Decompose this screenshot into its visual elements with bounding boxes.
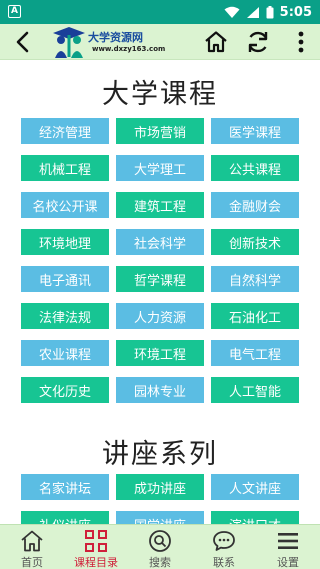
category-button[interactable]: 公共课程 bbox=[211, 155, 299, 181]
category-button[interactable]: 建筑工程 bbox=[116, 192, 204, 218]
category-button[interactable]: 园林专业 bbox=[116, 377, 204, 403]
category-button[interactable]: 经济管理 bbox=[21, 118, 109, 144]
category-button[interactable]: 人工智能 bbox=[211, 377, 299, 403]
nav-search[interactable]: 搜索 bbox=[128, 525, 192, 569]
category-button[interactable]: 名校公开课 bbox=[21, 192, 109, 218]
category-button[interactable]: 成功讲座 bbox=[116, 474, 204, 500]
course-grid: 经济管理 市场营销 医学课程机械工程 大学理工 公共课程名校公开课 建筑工程 金融财会环境地… bbox=[21, 118, 299, 403]
more-icon[interactable] bbox=[292, 29, 310, 55]
lecture-grid: 名家讲坛成功讲座人文讲座礼仪讲座国学讲座演讲口才 bbox=[21, 474, 299, 524]
category-button[interactable]: 人力资源 bbox=[116, 303, 204, 329]
logo-title: 大学资源网 bbox=[88, 31, 143, 44]
nav-home[interactable]: 首页 bbox=[0, 525, 64, 569]
category-button[interactable]: 法律法规 bbox=[21, 303, 109, 329]
category-button[interactable]: 环境地理 bbox=[21, 229, 109, 255]
bottom-nav: 首页 课程目录 搜索 联系 设置 bbox=[0, 524, 320, 569]
nav-label: 设置 bbox=[277, 556, 299, 569]
nav-label: 搜索 bbox=[149, 556, 171, 569]
refresh-icon[interactable] bbox=[245, 29, 271, 55]
signal-icon bbox=[246, 6, 259, 18]
category-button[interactable]: 创新技术 bbox=[211, 229, 299, 255]
category-button[interactable]: 社会科学 bbox=[116, 229, 204, 255]
category-button[interactable]: 人文讲座 bbox=[211, 474, 299, 500]
home-icon bbox=[21, 530, 43, 552]
nav-label: 课程目录 bbox=[74, 556, 118, 569]
category-button[interactable]: 机械工程 bbox=[21, 155, 109, 181]
category-button[interactable]: 名家讲坛 bbox=[21, 474, 109, 500]
category-button[interactable]: 大学理工 bbox=[116, 155, 204, 181]
logo-url: www.dxzy163.com bbox=[92, 45, 166, 53]
category-button[interactable]: 文化历史 bbox=[21, 377, 109, 403]
nav-contact[interactable]: 联系 bbox=[192, 525, 256, 569]
category-button[interactable]: 哲学课程 bbox=[116, 266, 204, 292]
category-button[interactable]: 金融财会 bbox=[211, 192, 299, 218]
course-catalog[interactable]: 大学课程 经济管理 市场营销 医学课程机械工程 大学理工 公共课程名校公开课 建筑工程 金融… bbox=[0, 60, 320, 524]
category-button[interactable]: 演讲口才 bbox=[211, 511, 299, 524]
category-button[interactable]: 自然科学 bbox=[211, 266, 299, 292]
nav-course-catalog[interactable]: 课程目录 bbox=[64, 525, 128, 569]
nav-label: 联系 bbox=[213, 556, 235, 569]
chat-icon bbox=[213, 531, 235, 551]
status-bar: A 5:05 bbox=[0, 0, 320, 24]
site-logo[interactable]: 大学资源网 www.dxzy163.com bbox=[52, 24, 172, 60]
nav-label: 首页 bbox=[21, 556, 43, 569]
category-button[interactable]: 礼仪讲座 bbox=[21, 511, 109, 524]
app-bar: 大学资源网 www.dxzy163.com bbox=[0, 24, 320, 60]
logo-graduates-icon bbox=[53, 27, 85, 58]
category-button[interactable]: 电气工程 bbox=[211, 340, 299, 366]
nav-settings[interactable]: 设置 bbox=[256, 525, 320, 569]
category-button[interactable]: 电子通讯 bbox=[21, 266, 109, 292]
search-icon bbox=[149, 530, 171, 552]
back-icon[interactable] bbox=[10, 30, 36, 54]
grid-icon bbox=[85, 530, 107, 552]
section-title-courses: 大学课程 bbox=[102, 79, 218, 110]
home-icon[interactable] bbox=[203, 30, 229, 54]
section-title-lectures: 讲座系列 bbox=[102, 439, 218, 470]
category-button[interactable]: 医学课程 bbox=[211, 118, 299, 144]
category-button[interactable]: 农业课程 bbox=[21, 340, 109, 366]
wifi-icon bbox=[224, 6, 240, 18]
category-button[interactable]: 国学讲座 bbox=[116, 511, 204, 524]
notification-icon: A bbox=[8, 5, 21, 18]
menu-icon bbox=[278, 533, 298, 549]
category-button[interactable]: 环境工程 bbox=[116, 340, 204, 366]
category-button[interactable]: 石油化工 bbox=[211, 303, 299, 329]
category-button[interactable]: 市场营销 bbox=[116, 118, 204, 144]
battery-icon bbox=[266, 5, 274, 18]
status-time: 5:05 bbox=[279, 4, 312, 20]
